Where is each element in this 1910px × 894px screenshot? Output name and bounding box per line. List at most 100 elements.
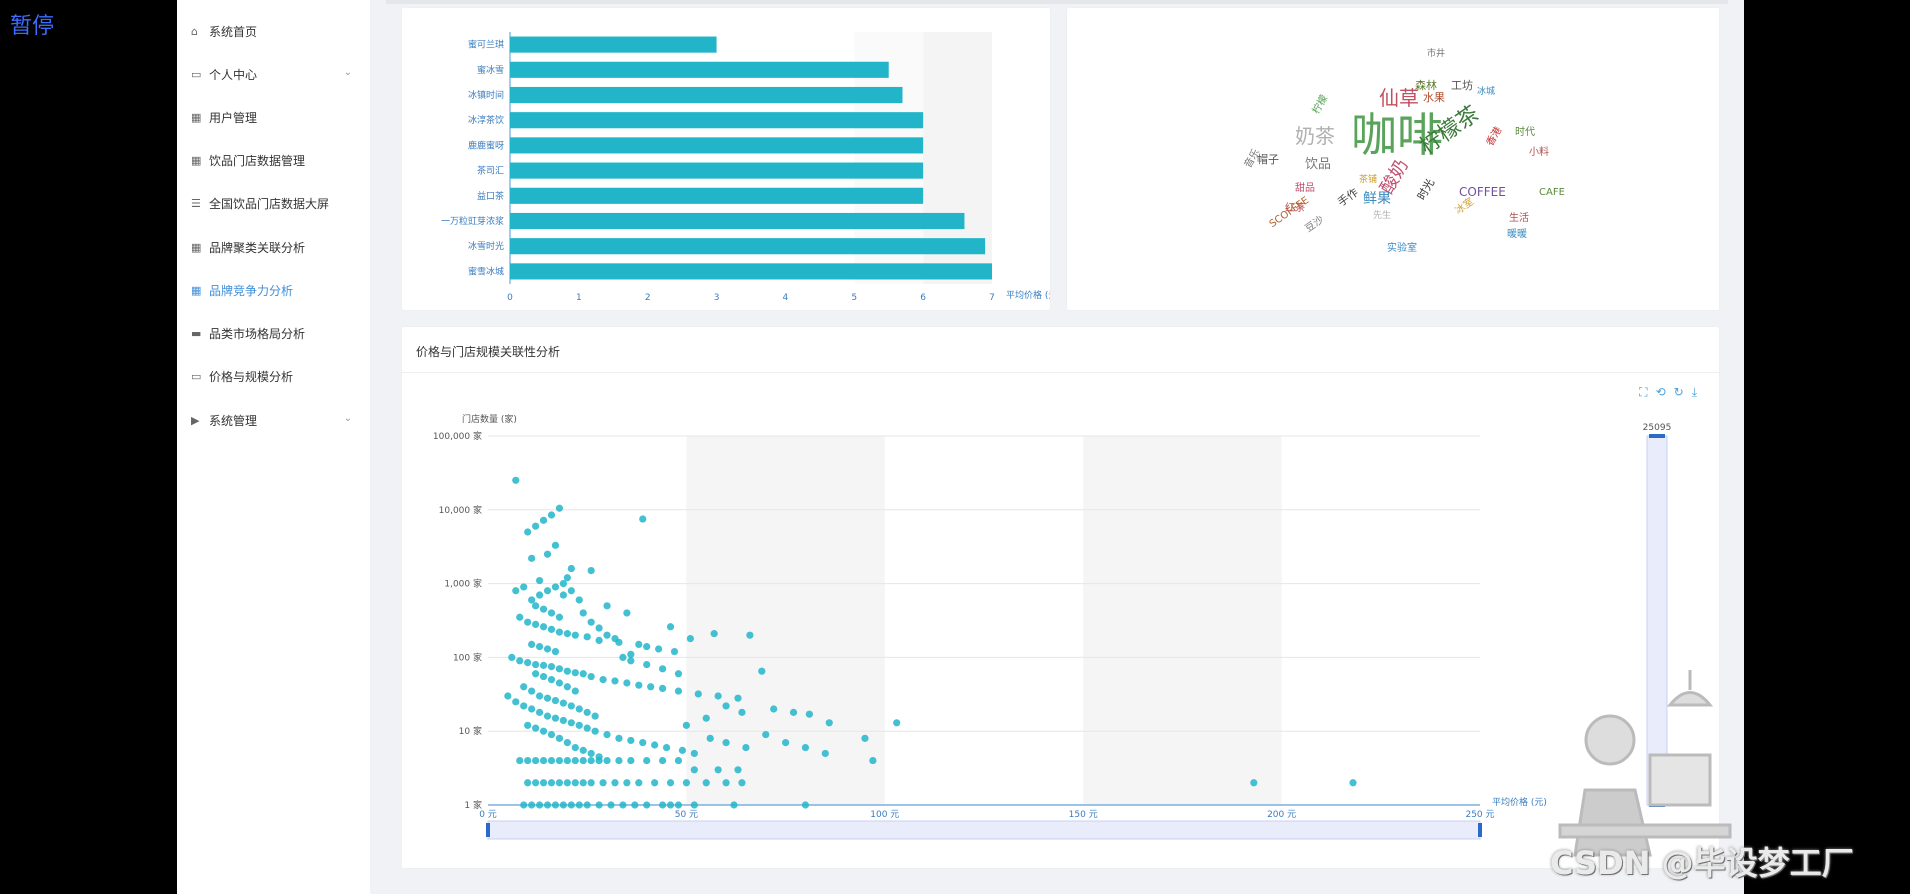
scatter-point[interactable]: [607, 801, 615, 809]
scatter-point[interactable]: [702, 714, 710, 722]
scatter-point[interactable]: [762, 730, 770, 739]
scatter-point[interactable]: [551, 696, 560, 705]
scatter-point[interactable]: [543, 801, 552, 809]
scatter-point[interactable]: [547, 730, 556, 739]
scatter-point[interactable]: [575, 721, 583, 729]
sidebar-item-6[interactable]: ▦ 品牌竞争力分析: [191, 277, 356, 303]
scatter-point[interactable]: [869, 756, 877, 765]
bar[interactable]: [510, 238, 986, 255]
scatter-point[interactable]: [571, 631, 579, 639]
scatter-point[interactable]: [690, 749, 698, 758]
scatter-point[interactable]: [571, 756, 579, 765]
scatter-point[interactable]: [690, 766, 698, 774]
scatter-point[interactable]: [674, 687, 683, 695]
sidebar-item-7[interactable]: ▬ 品类市场格局分析: [191, 320, 356, 346]
scatter-point[interactable]: [682, 779, 690, 787]
scatter-point[interactable]: [555, 679, 564, 687]
scatter-point[interactable]: [611, 677, 619, 685]
scatter-point[interactable]: [658, 801, 667, 809]
scatter-point[interactable]: [555, 628, 564, 636]
scatter-point[interactable]: [575, 801, 583, 809]
scatter-point[interactable]: [587, 618, 595, 626]
scatter-point[interactable]: [583, 633, 591, 641]
scatter-point[interactable]: [539, 661, 548, 669]
scatter-point[interactable]: [520, 702, 528, 710]
scatter-point[interactable]: [603, 756, 611, 765]
scatter-point[interactable]: [702, 779, 710, 787]
scatter-point[interactable]: [532, 779, 540, 787]
scatter-point[interactable]: [535, 576, 544, 585]
scatter-point[interactable]: [734, 766, 742, 774]
scatter-point[interactable]: [587, 749, 595, 758]
scatter-point[interactable]: [563, 683, 571, 691]
scatter-point[interactable]: [535, 643, 544, 651]
bar[interactable]: [510, 212, 965, 230]
zoom-icon[interactable]: ⛶: [1639, 385, 1647, 400]
bar[interactable]: [510, 86, 903, 104]
scatter-point[interactable]: [547, 511, 556, 519]
sidebar-item-9[interactable]: ▶ 系统管理 ⌄: [191, 407, 356, 433]
scatter-point[interactable]: [1250, 779, 1258, 787]
scatter-point[interactable]: [722, 702, 730, 710]
scatter-point[interactable]: [635, 640, 643, 649]
scatter-point[interactable]: [579, 670, 587, 678]
scatter-point[interactable]: [611, 779, 619, 787]
scatter-point[interactable]: [674, 801, 683, 809]
scatter-point[interactable]: [571, 743, 579, 752]
scatter-point[interactable]: [547, 779, 556, 787]
scatter-point[interactable]: [543, 694, 552, 702]
scatter-point[interactable]: [658, 756, 667, 765]
scatter-point[interactable]: [678, 746, 687, 754]
scatter-point[interactable]: [528, 687, 536, 695]
scatter-point[interactable]: [532, 670, 540, 678]
scatter-point[interactable]: [571, 669, 579, 677]
bar[interactable]: [510, 162, 924, 179]
scatter-point[interactable]: [666, 623, 675, 631]
bar[interactable]: [510, 36, 717, 53]
scatter-point[interactable]: [639, 515, 647, 523]
scatter-point[interactable]: [587, 779, 595, 787]
scatter-point[interactable]: [579, 609, 587, 617]
scatter-point[interactable]: [512, 698, 520, 706]
scatter-point[interactable]: [528, 705, 536, 713]
scatter-point[interactable]: [559, 699, 567, 707]
scatter-point[interactable]: [623, 609, 631, 617]
scatter-point[interactable]: [555, 779, 564, 787]
scatter-point[interactable]: [682, 721, 690, 729]
pause-label[interactable]: 暂停: [10, 8, 54, 40]
scatter-point[interactable]: [738, 779, 746, 787]
scatter-point[interactable]: [539, 779, 548, 787]
scatter-point[interactable]: [758, 667, 766, 675]
scatter-point[interactable]: [821, 749, 829, 758]
scatter-point[interactable]: [627, 650, 635, 658]
slider-handle[interactable]: [1649, 434, 1665, 438]
scatter-point[interactable]: [571, 687, 579, 695]
scatter-point[interactable]: [551, 583, 560, 591]
scatter-point[interactable]: [547, 609, 556, 617]
scatter-point[interactable]: [532, 724, 540, 732]
scatter-point[interactable]: [706, 734, 714, 742]
scatter-point[interactable]: [559, 801, 567, 809]
scatter-point[interactable]: [563, 667, 571, 675]
scatter-point[interactable]: [595, 624, 603, 632]
scatter-point[interactable]: [567, 587, 575, 595]
scatter-point[interactable]: [535, 801, 544, 809]
sidebar-item-3[interactable]: ▦ 饮品门店数据管理: [191, 147, 356, 173]
scatter-point[interactable]: [627, 657, 635, 665]
scatter-point[interactable]: [567, 564, 575, 573]
scatter-point[interactable]: [583, 708, 591, 716]
scatter-point[interactable]: [825, 719, 833, 727]
scatter-point[interactable]: [583, 801, 591, 809]
scatter-point[interactable]: [722, 779, 730, 787]
scatter-point[interactable]: [694, 690, 702, 698]
scatter-point[interactable]: [559, 580, 567, 588]
scatter-point[interactable]: [547, 676, 556, 684]
scatter-point[interactable]: [555, 613, 564, 621]
scatter-point[interactable]: [587, 672, 595, 681]
scatter-point[interactable]: [551, 801, 560, 809]
scatter-point[interactable]: [635, 681, 643, 689]
scatter-point[interactable]: [539, 623, 548, 631]
scatter-point[interactable]: [551, 714, 560, 722]
scatter-point[interactable]: [567, 719, 575, 727]
sidebar-item-5[interactable]: ▦ 品牌聚类关联分析: [191, 234, 356, 260]
